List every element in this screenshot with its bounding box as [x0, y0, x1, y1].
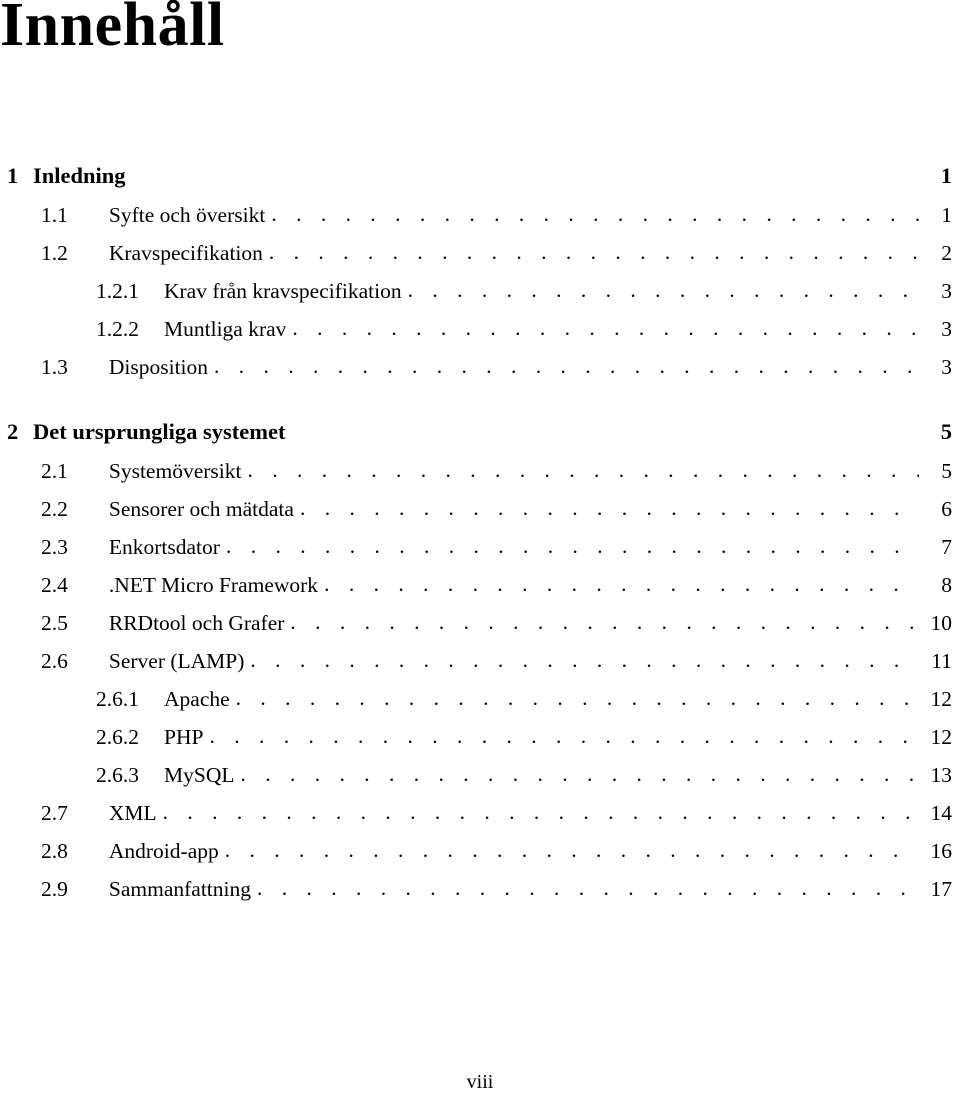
- toc-entry-section[interactable]: 2.2 Sensorer och mätdata. . . . . . . . .…: [0, 496, 960, 535]
- toc-leader-dots: . . . . . . . . . . . . . . . . . . . . …: [247, 458, 919, 482]
- toc-entry-section[interactable]: 2.6 Server (LAMP). . . . . . . . . . . . …: [0, 648, 960, 687]
- toc-entry-number: 1.1: [41, 203, 68, 227]
- toc-entry-number: 2.6.1: [96, 687, 139, 711]
- toc-entry-page-number: 1: [940, 163, 952, 188]
- toc-entry-number: 1.3: [41, 355, 68, 379]
- toc-entry-label: RRDtool och Grafer: [108, 611, 285, 635]
- toc-leader-dots: . . . . . . . . . . . . . . . . . . . . …: [240, 762, 919, 786]
- toc-entry-page-number: 3: [941, 355, 952, 379]
- toc-entry-label: .NET Micro Framework: [108, 573, 319, 597]
- toc-entry-number: 2.6.2: [96, 725, 139, 749]
- toc-entry-section[interactable]: 2.4 .NET Micro Framework. . . . . . . . .…: [0, 572, 960, 611]
- toc-page: Innehåll 1 Inledning 1 1.1 Syfte och översik…: [0, 0, 960, 1108]
- toc-entry-subsection[interactable]: 1.2.2 Muntliga krav. . . . . . . . . . . …: [0, 316, 960, 355]
- toc-entry-section[interactable]: 2.8 Android-app. . . . . . . . . . . . . …: [0, 838, 960, 877]
- toc-entry-label: MySQL: [164, 763, 235, 787]
- toc-entry-page-number: 5: [940, 419, 952, 444]
- toc-entry-subsection[interactable]: 2.6.1 Apache. . . . . . . . . . . . . . .…: [0, 686, 960, 725]
- toc-entry-page-number: 12: [930, 687, 953, 711]
- toc-leader-dots: . . . . . . . . . . . . . . . . . . . . …: [407, 278, 919, 302]
- toc-entry-label: Sammanfattning: [108, 877, 251, 901]
- toc-entry-page-number: 3: [941, 279, 952, 303]
- toc-entry-label: Systemöversikt: [108, 459, 242, 483]
- toc-entry-label: Muntliga krav: [164, 317, 287, 341]
- toc-entry-label: Server (LAMP): [108, 649, 245, 673]
- toc-entry-label: Apache: [164, 687, 230, 711]
- toc-entry-subsection[interactable]: 1.2.1 Krav från kravspecifikation. . . . …: [0, 278, 960, 317]
- toc-entry-number: 2.6: [41, 649, 68, 673]
- toc-entry-page-number: 13: [930, 763, 953, 787]
- toc-leader-dots: . . . . . . . . . . . . . . . . . . . . …: [225, 534, 919, 558]
- toc-leader-dots: . . . . . . . . . . . . . . . . . . . . …: [214, 354, 919, 378]
- toc-entry-chapter[interactable]: 1 Inledning 1: [0, 163, 960, 203]
- page-folio-number: viii: [466, 1071, 494, 1093]
- toc-entry-number: 2: [7, 419, 19, 444]
- toc-entry-section[interactable]: 2.1 Systemöversikt. . . . . . . . . . . .…: [0, 458, 960, 497]
- toc-entry-label: PHP: [164, 725, 204, 749]
- toc-entry-label: Krav från kravspecifikation: [164, 279, 402, 303]
- toc-leader-dots: . . . . . . . . . . . . . . . . . . . . …: [324, 572, 919, 596]
- toc-leader-dots: . . . . . . . . . . . . . . . . . . . . …: [268, 240, 919, 264]
- toc-entry-page-number: 10: [930, 611, 953, 635]
- toc-entry-section[interactable]: 2.5 RRDtool och Grafer. . . . . . . . . .…: [0, 610, 960, 649]
- toc-entry-label: Det ursprungliga systemet: [33, 419, 286, 444]
- toc-entry-number: 1.2: [41, 241, 68, 265]
- table-of-contents-list: 1 Inledning 1 1.1 Syfte och översikt. . . . …: [0, 163, 960, 915]
- toc-entry-subsection[interactable]: 2.6.2 PHP. . . . . . . . . . . . . . . . …: [0, 724, 960, 763]
- toc-entry-page-number: 7: [941, 535, 952, 559]
- toc-entry-number: 2.4: [41, 573, 68, 597]
- toc-entry-number: 2.2: [41, 497, 68, 521]
- toc-entry-section[interactable]: 1.3 Disposition. . . . . . . . . . . . . …: [0, 354, 960, 393]
- toc-entry-section[interactable]: 2.3 Enkortsdator. . . . . . . . . . . . .…: [0, 534, 960, 573]
- toc-entry-number: 2.8: [41, 839, 68, 863]
- toc-entry-number: 2.1: [41, 459, 68, 483]
- toc-entry-label: Syfte och översikt: [108, 203, 266, 227]
- toc-entry-page-number: 5: [941, 459, 952, 483]
- toc-entry-page-number: 17: [930, 877, 953, 901]
- toc-entry-label: Kravspecifikation: [108, 241, 263, 265]
- toc-leader-dots: . . . . . . . . . . . . . . . . . . . . …: [290, 610, 919, 634]
- toc-leader-dots: . . . . . . . . . . . . . . . . . . . . …: [162, 800, 919, 824]
- toc-entry-page-number: 12: [930, 725, 953, 749]
- toc-leader-dots: . . . . . . . . . . . . . . . . . . . . …: [299, 496, 919, 520]
- toc-entry-subsection[interactable]: 2.6.3 MySQL. . . . . . . . . . . . . . . …: [0, 762, 960, 801]
- toc-entry-label: Inledning: [33, 163, 126, 188]
- toc-entry-page-number: 6: [941, 497, 952, 521]
- toc-entry-number: 1: [7, 163, 19, 188]
- toc-entry-number: 1.2.1: [96, 279, 139, 303]
- toc-entry-page-number: 16: [930, 839, 953, 863]
- toc-leader-dots: . . . . . . . . . . . . . . . . . . . . …: [271, 202, 919, 226]
- toc-entry-number: 2.5: [41, 611, 68, 635]
- toc-leader-dots: . . . . . . . . . . . . . . . . . . . . …: [257, 876, 919, 900]
- toc-entry-number: 2.7: [41, 801, 68, 825]
- toc-entry-label: XML: [108, 801, 157, 825]
- toc-entry-section[interactable]: 2.9 Sammanfattning. . . . . . . . . . . .…: [0, 876, 960, 915]
- toc-entry-label: Disposition: [108, 355, 209, 379]
- toc-entry-page-number: 1: [941, 203, 952, 227]
- toc-entry-label: Sensorer och mätdata: [108, 497, 294, 521]
- toc-entry-page-number: 8: [941, 573, 952, 597]
- toc-entry-chapter[interactable]: 2 Det ursprungliga systemet 5: [0, 419, 960, 459]
- toc-leader-dots: . . . . . . . . . . . . . . . . . . . . …: [209, 724, 919, 748]
- toc-entry-page-number: 14: [930, 801, 953, 825]
- toc-entry-page-number: 2: [941, 241, 952, 265]
- toc-entry-number: 2.9: [41, 877, 68, 901]
- toc-entry-number: 2.3: [41, 535, 68, 559]
- toc-entry-label: Android-app: [108, 839, 219, 863]
- toc-leader-dots: . . . . . . . . . . . . . . . . . . . . …: [250, 648, 919, 672]
- toc-leader-dots: . . . . . . . . . . . . . . . . . . . . …: [235, 686, 919, 710]
- toc-entry-section[interactable]: 1.1 Syfte och översikt. . . . . . . . . .…: [0, 202, 960, 241]
- toc-entry-section[interactable]: 2.7 XML. . . . . . . . . . . . . . . . . …: [0, 800, 960, 839]
- toc-entry-section[interactable]: 1.2 Kravspecifikation. . . . . . . . . . …: [0, 240, 960, 279]
- toc-leader-dots: . . . . . . . . . . . . . . . . . . . . …: [224, 838, 919, 862]
- toc-entry-page-number: 3: [941, 317, 952, 341]
- toc-leader-dots: . . . . . . . . . . . . . . . . . . . . …: [292, 316, 919, 340]
- toc-entry-label: Enkortsdator: [108, 535, 220, 559]
- toc-entry-page-number: 11: [931, 649, 952, 673]
- toc-entry-number: 2.6.3: [96, 763, 139, 787]
- page-title: Innehåll: [0, 0, 225, 59]
- toc-entry-number: 1.2.2: [96, 317, 139, 341]
